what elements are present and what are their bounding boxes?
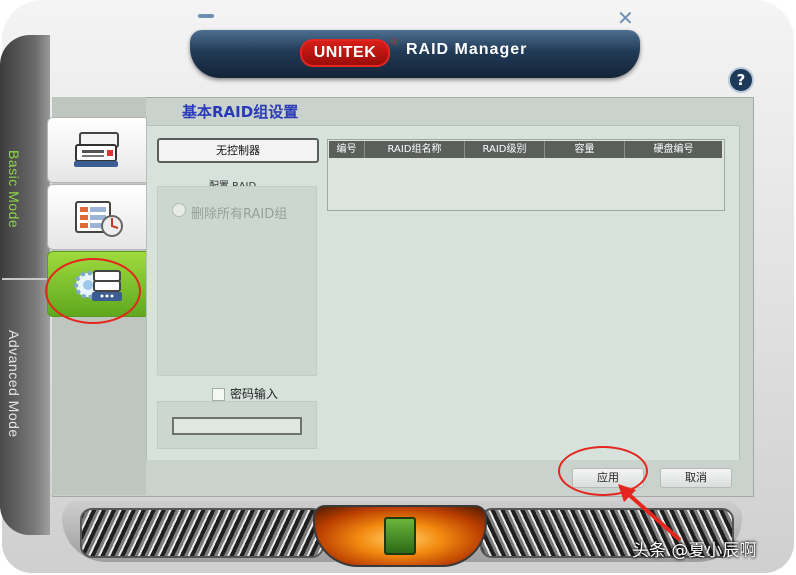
column-header-disk-number[interactable]: 硬盘编号 [625, 141, 722, 158]
center-disk-icon[interactable] [384, 517, 416, 555]
basic-mode-label[interactable]: Basic Mode [6, 150, 22, 228]
password-label: 密码输入 [230, 387, 279, 401]
brand-logo: UNITEK [300, 39, 390, 67]
column-header-id[interactable]: 编号 [329, 141, 365, 158]
sidebar-tab-disk-settings[interactable] [47, 184, 147, 250]
disk-settings-icon [75, 201, 123, 237]
mode-divider [2, 278, 48, 280]
sidebar-tab-disk-info[interactable] [47, 117, 147, 183]
table-header: 编号 RAID组名称 RAID级别 容量 硬盘编号 [329, 141, 722, 158]
registered-mark: ® [390, 38, 399, 48]
advanced-mode-label[interactable]: Advanced Mode [6, 330, 22, 438]
page-title: 基本RAID组设置 [182, 103, 299, 121]
help-icon[interactable]: ? [728, 67, 754, 93]
app-title: RAID Manager [406, 41, 528, 58]
delete-all-label: 删除所有RAID组 [191, 207, 288, 222]
column-header-name[interactable]: RAID组名称 [365, 141, 465, 158]
highlight-annotation-tab [45, 258, 141, 324]
close-x-icon[interactable]: ✕ [617, 8, 634, 28]
column-header-level[interactable]: RAID级别 [465, 141, 545, 158]
password-checkbox[interactable] [212, 388, 225, 401]
left-grille [80, 508, 324, 558]
disk-stack-icon [74, 132, 119, 167]
minimize-icon[interactable] [198, 14, 214, 18]
column-header-capacity[interactable]: 容量 [545, 141, 625, 158]
password-input[interactable] [172, 417, 302, 435]
watermark: 头条 @夏小辰啊 [632, 541, 757, 561]
controller-button[interactable]: 无控制器 [157, 138, 319, 163]
delete-all-radio[interactable] [172, 203, 186, 217]
